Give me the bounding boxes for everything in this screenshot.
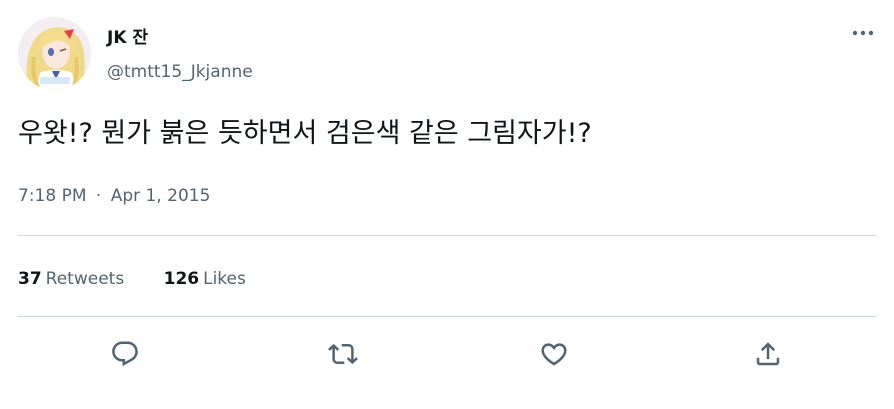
tweet-time[interactable]: 7:18 PM	[18, 184, 87, 208]
retweets-count: 37	[18, 269, 42, 289]
action-bar	[0, 336, 894, 372]
likes-label: Likes	[203, 269, 246, 289]
likes-count: 126	[163, 269, 200, 289]
anime-character-avatar-icon	[18, 17, 91, 90]
divider-top	[18, 235, 877, 236]
retweet-button[interactable]	[325, 336, 361, 372]
likes-stat[interactable]: 126 Likes	[164, 266, 246, 292]
retweet-icon	[328, 343, 358, 365]
more-options-button[interactable]	[846, 22, 880, 44]
tweet-timestamp[interactable]: 7:18 PM · Apr 1, 2015	[18, 184, 210, 208]
user-handle[interactable]: @tmtt15_Jkjanne	[107, 61, 253, 83]
share-button[interactable]	[750, 336, 786, 372]
meta-separator: ·	[95, 186, 102, 206]
retweets-label: Retweets	[45, 269, 125, 289]
display-name[interactable]: JK 잔	[107, 27, 148, 49]
tweet-stats: 37 Retweets 126 Likes	[18, 266, 280, 292]
retweets-stat[interactable]: 37 Retweets	[18, 266, 124, 292]
reply-icon	[112, 341, 138, 367]
tweet-date[interactable]: Apr 1, 2015	[111, 184, 211, 208]
avatar[interactable]	[18, 17, 91, 90]
divider-bottom	[18, 316, 877, 317]
like-button[interactable]	[536, 336, 572, 372]
reply-button[interactable]	[107, 336, 143, 372]
tweet-text: 우왓!? 뭔가 붉은 듯하면서 검은색 같은 그림자가!?	[18, 118, 592, 149]
more-dots-icon	[852, 30, 874, 36]
like-icon	[541, 343, 567, 366]
share-icon	[756, 342, 780, 366]
